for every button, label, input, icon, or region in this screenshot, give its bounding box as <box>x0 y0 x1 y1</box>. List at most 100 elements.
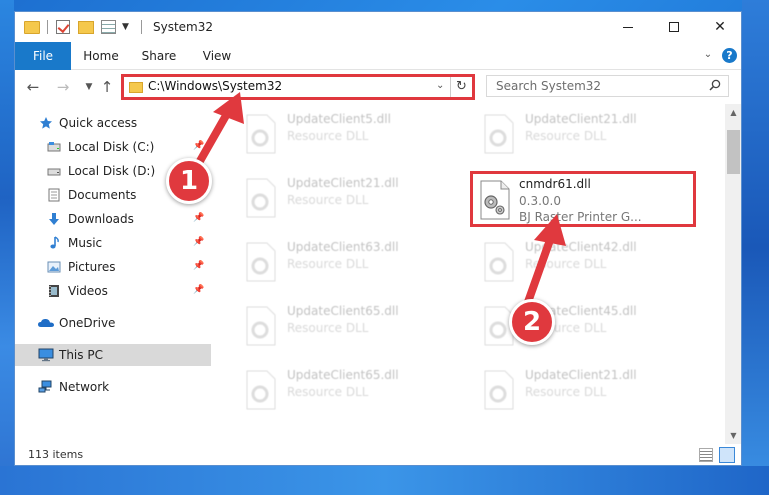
dll-file-icon <box>246 114 276 154</box>
sidebar-item-label: Downloads <box>68 212 134 226</box>
tab-share[interactable]: Share <box>137 42 181 70</box>
sidebar-item-network[interactable]: Network <box>15 376 211 398</box>
expand-ribbon-chevron-icon[interactable]: ⌄ <box>701 48 715 62</box>
sidebar-item-label: Music <box>68 236 103 250</box>
step-2-badge: 2 <box>509 299 555 345</box>
folder-icon <box>129 82 143 93</box>
properties-icon[interactable] <box>101 20 116 34</box>
sidebar-item-label: Pictures <box>68 260 116 274</box>
sidebar-item-label: Local Disk (D:) <box>68 164 156 178</box>
close-button[interactable]: ✕ <box>697 12 741 42</box>
sidebar-item-downloads[interactable]: Downloads 📌 <box>15 208 211 230</box>
refresh-icon[interactable]: ↻ <box>450 77 472 97</box>
back-arrow-icon[interactable]: ← <box>25 79 41 95</box>
file-name: UpdateClient42.dll <box>525 240 637 254</box>
search-icon[interactable] <box>709 79 721 91</box>
vertical-scrollbar[interactable]: ▲ ▼ <box>725 104 741 444</box>
list-item[interactable]: UpdateClient63.dll Resource DLL <box>235 240 465 286</box>
documents-icon <box>48 188 60 202</box>
address-bar[interactable]: C:\Windows\System32 ⌄ ↻ <box>121 74 475 100</box>
file-name: cnmdr61.dll <box>519 177 591 191</box>
scroll-down-arrow-icon[interactable]: ▼ <box>725 427 741 444</box>
pictures-icon <box>47 261 61 273</box>
window-title: System32 <box>153 20 214 34</box>
star-icon <box>40 117 52 129</box>
drive-icon <box>47 142 61 152</box>
sidebar-item-this-pc[interactable]: This PC <box>15 344 211 366</box>
file-name: UpdateClient21.dll <box>525 368 637 382</box>
sidebar-item-quick-access[interactable]: Quick access <box>15 112 211 134</box>
up-arrow-icon[interactable]: ↑ <box>99 79 115 95</box>
large-icons-view-icon[interactable] <box>719 447 735 463</box>
desktop-background-left <box>0 0 14 495</box>
file-description: BJ Raster Printer G... <box>519 210 642 224</box>
dll-gear-file-icon <box>480 180 510 220</box>
details-view-icon[interactable] <box>699 448 713 462</box>
sidebar-item-videos[interactable]: Videos 📌 <box>15 280 211 302</box>
videos-icon <box>49 285 59 297</box>
sidebar-item-label: Network <box>59 380 110 394</box>
list-item[interactable]: UpdateClient21.dll Resource DLL <box>235 176 465 222</box>
address-path[interactable]: C:\Windows\System32 <box>148 79 282 93</box>
ribbon-tabs: File Home Share View ⌄ ? <box>15 42 741 70</box>
list-item[interactable]: UpdateClient5.dll Resource DLL <box>235 112 465 158</box>
search-box[interactable] <box>486 75 729 97</box>
list-item[interactable]: UpdateClient21.dll Resource DLL <box>473 368 703 414</box>
file-name: UpdateClient21.dll <box>287 176 399 190</box>
pin-icon: 📌 <box>193 237 205 247</box>
file-name: UpdateClient21.dll <box>525 112 637 126</box>
new-folder-icon[interactable] <box>78 21 94 34</box>
sidebar-item-label: This PC <box>59 348 103 362</box>
tab-file[interactable]: File <box>15 42 71 70</box>
file-version: 0.3.0.0 <box>519 194 561 208</box>
tab-home[interactable]: Home <box>79 42 123 70</box>
sidebar-item-onedrive[interactable]: OneDrive <box>15 312 211 334</box>
desktop-background-bottom <box>0 466 769 495</box>
recent-locations-chevron-icon[interactable]: ▼ <box>81 79 97 95</box>
list-item[interactable]: UpdateClient65.dll Resource DLL <box>235 368 465 414</box>
scroll-up-arrow-icon[interactable]: ▲ <box>725 104 741 121</box>
list-item[interactable]: UpdateClient45.dll Resource DLL <box>473 304 703 350</box>
sidebar-item-pictures[interactable]: Pictures 📌 <box>15 256 211 278</box>
music-icon <box>50 236 59 249</box>
list-item[interactable]: UpdateClient65.dll Resource DLL <box>235 304 465 350</box>
step-1-badge: 1 <box>166 158 212 204</box>
list-item-cnmdr61-dll[interactable]: cnmdr61.dll 0.3.0.0 BJ Raster Printer G.… <box>470 171 696 227</box>
sidebar-item-label: Local Disk (C:) <box>68 140 155 154</box>
maximize-icon <box>669 22 679 32</box>
list-item[interactable]: UpdateClient21.dll Resource DLL <box>473 112 703 158</box>
tab-view[interactable]: View <box>195 42 239 70</box>
desktop-background-right <box>742 0 769 495</box>
drive-icon <box>47 168 61 176</box>
sidebar-item-local-disk-c[interactable]: Local Disk (C:) 📌 <box>15 136 211 158</box>
file-name: UpdateClient65.dll <box>287 368 399 382</box>
navigation-bar: ← → ▼ ↑ C:\Windows\System32 ⌄ ↻ <box>15 70 741 104</box>
title-bar: ▼ System32 ✕ <box>15 12 741 42</box>
file-description: Resource DLL <box>525 257 607 271</box>
dll-file-icon <box>484 242 514 282</box>
explorer-window: ▼ System32 ✕ File Home Share View ⌄ ? ← … <box>14 11 742 466</box>
file-description: Resource DLL <box>287 193 369 207</box>
help-icon[interactable]: ? <box>722 48 737 63</box>
pin-icon: 📌 <box>193 213 205 223</box>
file-list: UpdateClient5.dll Resource DLL UpdateCli… <box>211 104 725 444</box>
sidebar-item-label: Documents <box>68 188 137 202</box>
properties-check-icon[interactable] <box>56 20 70 34</box>
toolbar-divider <box>47 20 48 34</box>
toolbar-divider <box>141 20 142 34</box>
maximize-button[interactable] <box>651 12 697 42</box>
address-history-chevron-icon[interactable]: ⌄ <box>436 80 444 91</box>
minimize-button[interactable] <box>605 12 651 42</box>
scrollbar-thumb[interactable] <box>727 130 740 174</box>
forward-arrow-icon[interactable]: → <box>55 79 71 95</box>
customize-quick-access-dropdown-icon[interactable]: ▼ <box>122 22 132 32</box>
search-input[interactable] <box>487 76 702 96</box>
pin-icon: 📌 <box>193 285 205 295</box>
navigation-pane: Quick access Local Disk (C:) 📌 Local Dis… <box>15 104 211 444</box>
dll-file-icon <box>246 178 276 218</box>
dll-file-icon <box>484 370 514 410</box>
item-count: 113 items <box>28 448 84 461</box>
sidebar-item-music[interactable]: Music 📌 <box>15 232 211 254</box>
list-item[interactable]: UpdateClient42.dll Resource DLL <box>473 240 703 286</box>
file-description: Resource DLL <box>287 257 369 271</box>
